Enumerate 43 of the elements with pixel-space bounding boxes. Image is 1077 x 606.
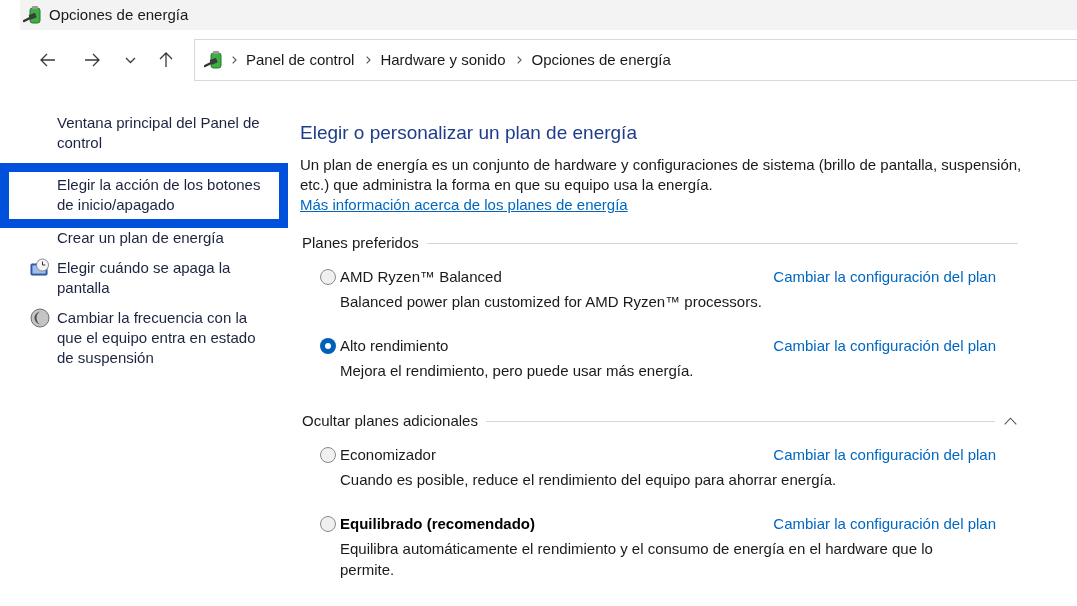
plan-name: Alto rendimiento	[340, 336, 449, 356]
group-title: Ocultar planes adicionales	[302, 411, 478, 431]
breadcrumb-item[interactable]: Hardware y sonido	[380, 50, 506, 70]
plan-description: Cuando es posible, reduce el rendimiento del equipo para ahorrar energía.	[340, 470, 838, 490]
chevron-down-icon	[124, 56, 136, 64]
description: Un plan de energía es un conjunto de hardware y configuraciones de sistema (brillo de pantalla, suspensión, etc.) que administra la forma en que su equipo usa la energía. Más información acerca de los planes de energía	[300, 155, 1023, 215]
change-plan-settings-link[interactable]: Cambiar la configuración del plan	[773, 336, 996, 356]
battery-plug-icon	[204, 50, 224, 70]
battery-plug-icon	[23, 5, 43, 25]
chevron-up-icon[interactable]	[1004, 417, 1017, 425]
group-title: Planes preferidos	[302, 233, 419, 253]
radio-button[interactable]	[320, 447, 336, 463]
sidebar-link[interactable]: Cambiar la frecuencia con la que el equipo entra en estado de suspensión	[57, 308, 269, 368]
address-bar[interactable]: Panel de control Hardware y sonido Opciones de energía	[194, 39, 1077, 81]
window-title: Opciones de energía	[49, 5, 189, 25]
radio-button[interactable]	[320, 269, 336, 285]
back-arrow-icon	[40, 53, 56, 67]
radio-button[interactable]	[320, 516, 336, 532]
plan-description: Balanced power plan customized for AMD Ryzen™ processors.	[340, 292, 763, 312]
radio-button[interactable]	[320, 338, 336, 354]
sidebar-link[interactable]: Ventana principal del Panel de control	[57, 113, 269, 153]
plan-name: Economizador	[340, 445, 436, 465]
plan-description: Mejora el rendimiento, pero puede usar más energía.	[340, 361, 695, 381]
chevron-right-icon	[232, 56, 237, 64]
plan-description: Equilibra automáticamente el rendimiento y el consumo de energía en el hardware que lo permite.	[340, 539, 934, 580]
change-plan-settings-link[interactable]: Cambiar la configuración del plan	[773, 514, 996, 534]
moon-icon	[30, 308, 50, 328]
breadcrumb-item[interactable]: Panel de control	[246, 50, 355, 70]
plan-name: AMD Ryzen™ Balanced	[340, 267, 502, 287]
more-info-link[interactable]: Más información acerca de los planes de energía	[300, 196, 628, 213]
sidebar-link[interactable]: Elegir cuándo se apaga la pantalla	[57, 258, 269, 298]
page-heading: Elegir o personalizar un plan de energía	[300, 121, 637, 145]
sidebar-link[interactable]: Crear un plan de energía	[57, 228, 269, 248]
chevron-right-icon	[366, 56, 372, 64]
change-plan-settings-link[interactable]: Cambiar la configuración del plan	[773, 445, 996, 465]
up-arrow-icon	[159, 52, 173, 68]
change-plan-settings-link[interactable]: Cambiar la configuración del plan	[773, 267, 996, 287]
breadcrumb-item[interactable]: Opciones de energía	[531, 50, 671, 70]
chevron-right-icon	[517, 56, 523, 64]
sidebar-link[interactable]: Elegir la acción de los botones de inicio/apagado	[57, 175, 269, 215]
plan-name: Equilibrado (recomendado)	[340, 514, 535, 534]
monitor-clock-icon	[30, 258, 50, 278]
forward-arrow-icon	[84, 53, 100, 67]
